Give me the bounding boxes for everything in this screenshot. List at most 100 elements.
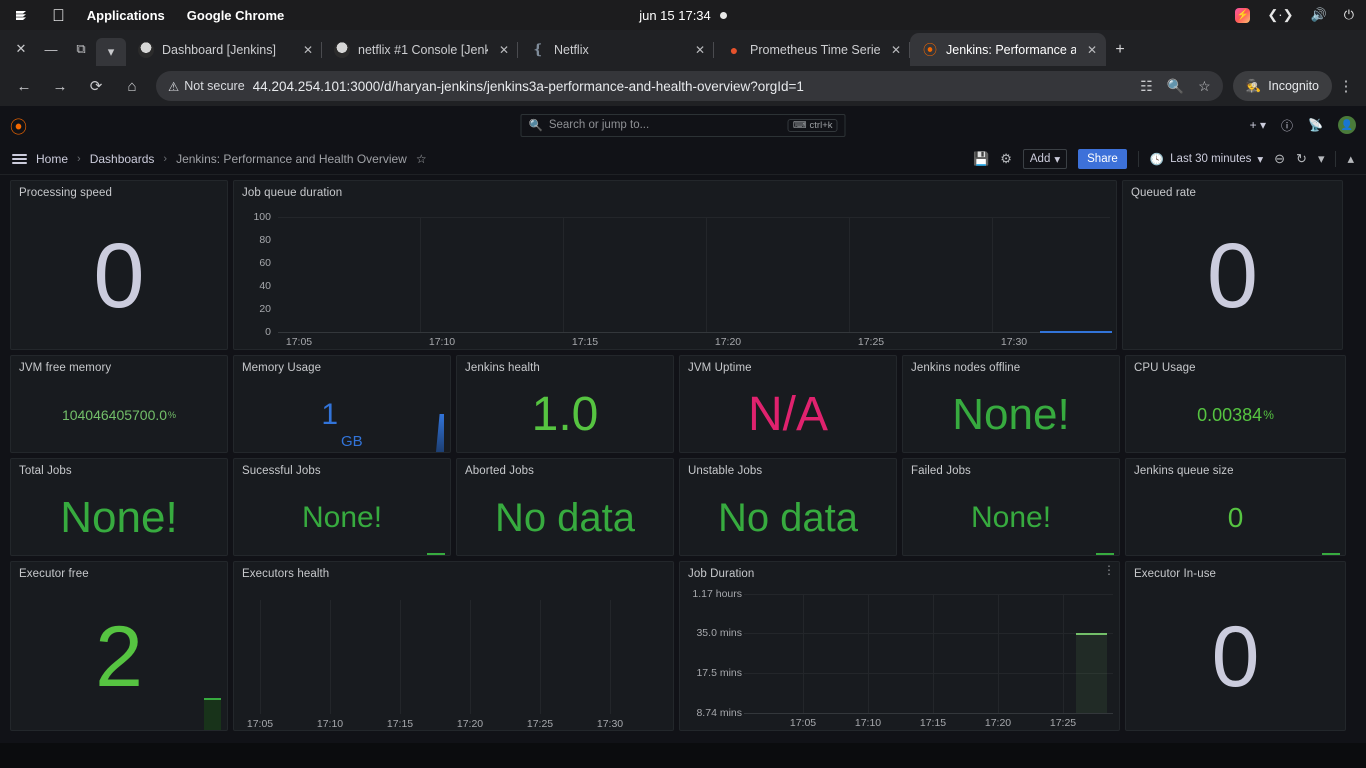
- screen-recorder-icon[interactable]: ⚡: [1235, 7, 1251, 23]
- tab-title: netflix #1 Console [Jenkins]: [358, 42, 488, 57]
- zoom-out-icon[interactable]: ⊖: [1274, 151, 1285, 167]
- restore-window-icon[interactable]: ⧉: [66, 32, 96, 66]
- search-input[interactable]: 🔍 Search or jump to... ⌨ ctrl+k: [520, 113, 846, 137]
- browser-tab-netflix[interactable]: ❴ Netflix ✕: [518, 33, 714, 66]
- x-tick-label: 17:20: [714, 336, 742, 348]
- add-panel-button[interactable]: Add ▾: [1022, 149, 1068, 169]
- panel-memory-usage[interactable]: Memory Usage 1 GB: [233, 355, 451, 453]
- menu-applications[interactable]: Applications: [87, 8, 165, 23]
- tab-close-icon[interactable]: ✕: [1084, 43, 1100, 57]
- tab-close-icon[interactable]: ✕: [496, 43, 512, 57]
- panel-jenkins-health[interactable]: Jenkins health 1.0: [456, 355, 674, 453]
- panel-cpu-usage[interactable]: CPU Usage 0.00384 %: [1125, 355, 1346, 453]
- x-axis-line: [278, 332, 1110, 333]
- reload-button[interactable]: ⟳: [78, 71, 114, 101]
- forward-button[interactable]: →: [42, 71, 78, 101]
- not-secure-indicator[interactable]: ⚠ Not secure: [168, 79, 245, 94]
- zorin-logo-icon[interactable]: [12, 6, 30, 24]
- browser-tab-prometheus[interactable]: ● Prometheus Time Series C ✕: [714, 33, 910, 66]
- panel-processing-speed[interactable]: Processing speed 0: [10, 180, 228, 350]
- panel-jvm-free-memory[interactable]: JVM free memory 104046405700.0 %: [10, 355, 228, 453]
- translate-icon[interactable]: ☷: [1140, 78, 1153, 95]
- incognito-indicator[interactable]: 🕵 Incognito: [1232, 71, 1332, 101]
- panel-title: Executor free: [19, 568, 89, 580]
- panel-queued-rate[interactable]: Queued rate 0: [1122, 180, 1343, 350]
- dashboard-settings-gear-icon[interactable]: ⚙: [1000, 151, 1012, 167]
- panel-menu-icon[interactable]: ⋮: [1103, 564, 1115, 577]
- panel-aborted-jobs[interactable]: Aborted Jobs No data: [456, 458, 674, 556]
- toolbar-divider: [1335, 151, 1337, 167]
- search-icon[interactable]: 🔍: [1167, 78, 1184, 95]
- news-rss-icon[interactable]: 📡: [1308, 118, 1323, 132]
- dashboard-grid: Processing speed 0 Job queue duration 10…: [0, 175, 1366, 731]
- tab-close-icon[interactable]: ✕: [692, 43, 708, 57]
- stat-value: 0: [1206, 225, 1259, 327]
- new-tab-button[interactable]: +: [1106, 36, 1134, 64]
- gridline: [260, 600, 261, 714]
- time-series-chart[interactable]: 100 80 60 40 20 0 17:05 17:10 17:15 17:2…: [234, 203, 1116, 349]
- panel-executor-in-use[interactable]: Executor In-use 0: [1125, 561, 1346, 731]
- panel-executor-free[interactable]: Executor free 2: [10, 561, 228, 731]
- time-series-chart[interactable]: 1.17 hours 35.0 mins 17.5 mins 8.74 mins: [680, 584, 1119, 730]
- panel-executors-health[interactable]: Executors health 17:05 17:10 17:15 17:20: [233, 561, 674, 731]
- refresh-interval-chevron-down-icon[interactable]: ▾: [1318, 151, 1325, 167]
- tab-close-icon[interactable]: ✕: [300, 43, 316, 57]
- panel-job-duration[interactable]: Job Duration ⋮ 1.17 hours 35.0 mins 17.5…: [679, 561, 1120, 731]
- gridline: [400, 600, 401, 714]
- gridline: [330, 600, 331, 714]
- menu-google-chrome[interactable]: Google Chrome: [187, 8, 285, 23]
- chevron-down-icon: ▾: [1257, 154, 1264, 166]
- time-series-chart[interactable]: 17:05 17:10 17:15 17:20 17:25 17:30: [234, 584, 673, 730]
- minimize-window-icon[interactable]: —: [36, 32, 66, 66]
- y-tick-label: 100: [253, 211, 271, 223]
- gridline: [1063, 594, 1064, 713]
- panel-job-queue-duration[interactable]: Job queue duration 100 80 60 40 20 0 17:…: [233, 180, 1117, 350]
- collapse-chevron-up-icon[interactable]: ▴: [1347, 151, 1354, 167]
- x-tick-label: 17:25: [526, 718, 554, 730]
- apple-logo-icon[interactable]: : [52, 7, 65, 24]
- browser-tab-netflix-console[interactable]: netflix #1 Console [Jenkins] ✕: [322, 33, 518, 66]
- panel-title: Memory Usage: [242, 362, 322, 374]
- browser-tab-dashboard-jenkins[interactable]: Dashboard [Jenkins] ✕: [126, 33, 322, 66]
- panel-title: Failed Jobs: [911, 465, 971, 477]
- breadcrumb-dashboards[interactable]: Dashboards: [90, 152, 155, 166]
- power-icon[interactable]: ⏻: [1344, 7, 1354, 23]
- panel-jvm-uptime[interactable]: JVM Uptime N/A: [679, 355, 897, 453]
- y-tick-label: 17.5 mins: [696, 667, 742, 679]
- gridline: [849, 217, 850, 332]
- time-range-picker[interactable]: 🕓 Last 30 minutes ▾: [1150, 152, 1263, 166]
- volume-icon[interactable]: 🔊: [1311, 7, 1327, 23]
- tab-search-chevron-down-icon[interactable]: ▾: [96, 38, 126, 66]
- home-button[interactable]: ⌂: [114, 71, 150, 101]
- refresh-icon[interactable]: ↻: [1296, 151, 1307, 167]
- panel-jenkins-queue-size[interactable]: Jenkins queue size 0: [1125, 458, 1346, 556]
- save-dashboard-icon[interactable]: 💾: [973, 151, 989, 167]
- menu-toggle-icon[interactable]: [12, 154, 27, 164]
- breadcrumb-home[interactable]: Home: [36, 152, 68, 166]
- network-icon[interactable]: ❮·❯: [1267, 7, 1293, 23]
- help-question-icon[interactable]: ⓘ: [1281, 117, 1293, 134]
- back-button[interactable]: ←: [6, 71, 42, 101]
- gridline: [803, 594, 804, 713]
- panel-unstable-jobs[interactable]: Unstable Jobs No data: [679, 458, 897, 556]
- browser-tab-jenkins-performance[interactable]: ⦿ Jenkins: Performance an ✕: [910, 33, 1106, 66]
- panel-failed-jobs[interactable]: Failed Jobs None!: [902, 458, 1120, 556]
- panel-title: Jenkins health: [465, 362, 540, 374]
- tab-close-icon[interactable]: ✕: [888, 43, 904, 57]
- kebab-menu-icon[interactable]: ⋮: [1332, 77, 1360, 95]
- panel-successful-jobs[interactable]: Sucessful Jobs None!: [233, 458, 451, 556]
- stat-unit: GB: [341, 433, 363, 450]
- sparkline: [427, 553, 445, 555]
- address-bar[interactable]: ⚠ Not secure 44.204.254.101:3000/d/harya…: [156, 71, 1223, 101]
- grafana-logo-icon[interactable]: ⦿: [10, 115, 30, 137]
- close-window-icon[interactable]: ✕: [6, 32, 36, 66]
- panel-jenkins-nodes-offline[interactable]: Jenkins nodes offline None!: [902, 355, 1120, 453]
- user-avatar[interactable]: 👤: [1338, 116, 1356, 134]
- star-icon[interactable]: ☆: [416, 152, 427, 166]
- panel-title: Executors health: [242, 568, 330, 580]
- share-button[interactable]: Share: [1078, 149, 1127, 169]
- clock-icon: 🕓: [1149, 154, 1165, 166]
- panel-total-jobs[interactable]: Total Jobs None!: [10, 458, 228, 556]
- bookmark-star-icon[interactable]: ☆: [1198, 78, 1211, 95]
- add-plus-icon[interactable]: + ▾: [1250, 118, 1266, 132]
